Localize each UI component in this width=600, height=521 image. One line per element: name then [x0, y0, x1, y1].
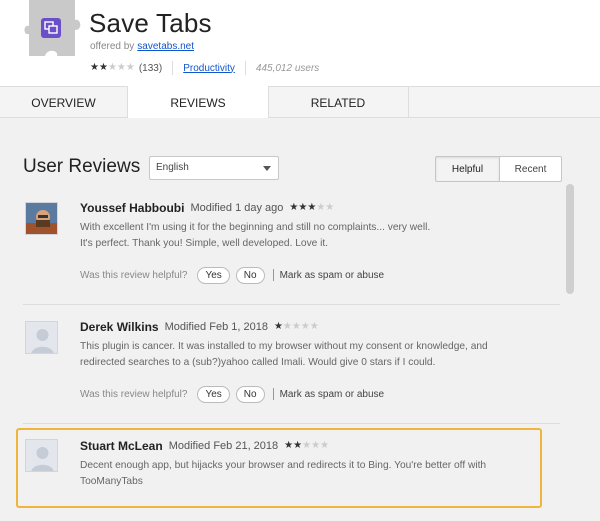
helpful-yes-button[interactable]: Yes	[197, 266, 230, 284]
review-stars: ★ ★ ★ ★ ★	[289, 203, 334, 213]
star-empty-icon: ★	[325, 202, 335, 213]
user-count: 445,012 users	[255, 62, 320, 74]
star-filled-icon: ★	[284, 440, 294, 451]
tab-related[interactable]: RELATED	[268, 86, 409, 119]
star-empty-icon: ★	[320, 440, 329, 451]
divider	[172, 61, 174, 75]
review-actions: Was this review helpful? Yes No Mark as …	[80, 385, 384, 403]
divider	[272, 388, 274, 400]
extension-header: Save Tabs offered by savetabs.net ★ ★ ★ ★ ★ (…	[0, 0, 600, 86]
review-item: Derek Wilkins Modified Feb 1, 2018 ★ ★ ★ ★ ★…	[23, 317, 560, 437]
rating-count[interactable]: (133)	[139, 63, 162, 74]
star-filled-icon: ★	[298, 202, 308, 213]
review-text-line: TooManyTabs	[80, 476, 143, 487]
review-actions: Was this review helpful? Yes No Mark as …	[80, 266, 384, 284]
divider	[244, 61, 246, 75]
star-empty-icon: ★	[282, 321, 292, 332]
helpful-question: Was this review helpful?	[80, 269, 188, 281]
avatar[interactable]	[25, 321, 58, 354]
reviewer-name[interactable]: Youssef Habboubi	[80, 201, 184, 215]
star-filled-icon: ★	[289, 202, 299, 213]
review-text-line: It's perfect. Thank you! Simple, well de…	[80, 238, 329, 249]
puzzle-piece-icon	[24, 0, 81, 56]
extension-title: Save Tabs	[89, 8, 212, 38]
star-empty-icon: ★	[300, 321, 310, 332]
star-empty-icon: ★	[309, 321, 319, 332]
review-date: Modified Feb 1, 2018	[164, 321, 268, 333]
divider	[272, 269, 274, 281]
star-filled-icon: ★	[90, 62, 99, 73]
helpful-no-button[interactable]: No	[235, 266, 265, 284]
review-date: Modified Feb 21, 2018	[168, 440, 279, 452]
default-avatar-icon	[26, 322, 57, 353]
star-filled-icon: ★	[293, 440, 303, 451]
review-text-line: This plugin is cancer. It was installed …	[80, 341, 488, 352]
star-empty-icon: ★	[316, 202, 326, 213]
offered-by-label: offered by	[90, 41, 135, 52]
category-link[interactable]: Productivity	[183, 63, 235, 74]
review-item: Stuart McLean Modified Feb 21, 2018 ★ ★ ★ ★…	[23, 437, 560, 507]
review-stars: ★ ★ ★ ★ ★	[284, 441, 329, 451]
rating-stars: ★ ★ ★ ★ ★	[90, 63, 135, 73]
review-text-line: With excellent I'm using it for the begi…	[80, 222, 431, 233]
review-text: This plugin is cancer. It was installed …	[80, 339, 540, 371]
publisher-link[interactable]: savetabs.net	[137, 41, 194, 52]
language-select[interactable]: English	[149, 156, 279, 180]
avatar[interactable]	[25, 439, 58, 472]
star-empty-icon: ★	[302, 440, 312, 451]
review-divider	[23, 423, 560, 424]
helpful-no-button[interactable]: No	[235, 385, 265, 403]
review-text: Decent enough app, but hijacks your brow…	[80, 458, 550, 490]
review-divider	[23, 304, 560, 305]
sort-helpful-button[interactable]: Helpful	[436, 157, 500, 181]
language-value: English	[156, 162, 189, 173]
offered-by: offered by savetabs.net	[90, 41, 194, 52]
mark-spam-link[interactable]: Mark as spam or abuse	[280, 270, 385, 281]
star-empty-icon: ★	[311, 440, 321, 451]
review-text-line: redirected searches to a (sub?)yahoo cal…	[80, 357, 436, 368]
reviewer-name[interactable]: Stuart McLean	[80, 439, 163, 453]
review-header: Stuart McLean Modified Feb 21, 2018 ★ ★ ★ ★…	[80, 439, 329, 453]
helpful-yes-button[interactable]: Yes	[197, 385, 230, 403]
detail-tabs: OVERVIEW REVIEWS RELATED	[0, 86, 600, 120]
default-avatar-icon	[26, 440, 57, 471]
star-empty-icon: ★	[291, 321, 301, 332]
avatar[interactable]	[25, 202, 58, 235]
review-stars: ★ ★ ★ ★ ★	[274, 322, 319, 332]
star-filled-icon: ★	[273, 321, 283, 332]
tab-reviews[interactable]: REVIEWS	[127, 86, 269, 120]
star-empty-icon: ★	[116, 62, 126, 73]
star-filled-icon: ★	[98, 62, 108, 73]
user-photo-icon	[26, 203, 57, 234]
scrollbar-thumb[interactable]	[566, 184, 574, 294]
review-text: With excellent I'm using it for the begi…	[80, 220, 540, 252]
star-empty-icon: ★	[125, 62, 135, 73]
section-title: User Reviews	[23, 156, 141, 177]
reviews-panel: User Reviews English Helpful Recent Yous…	[0, 118, 600, 521]
helpful-question: Was this review helpful?	[80, 388, 188, 400]
star-filled-icon: ★	[307, 202, 317, 213]
review-item: Youssef Habboubi Modified 1 day ago ★ ★ ★ ★…	[23, 198, 560, 318]
scrollbar[interactable]	[566, 184, 574, 521]
review-header: Youssef Habboubi Modified 1 day ago ★ ★ ★ ★…	[80, 201, 334, 215]
mark-spam-link[interactable]: Mark as spam or abuse	[280, 389, 385, 400]
sort-recent-button[interactable]: Recent	[500, 157, 561, 181]
review-header: Derek Wilkins Modified Feb 1, 2018 ★ ★ ★ ★ ★	[80, 320, 319, 334]
tab-overview[interactable]: OVERVIEW	[0, 86, 128, 119]
review-text-line: Decent enough app, but hijacks your brow…	[80, 460, 487, 471]
chevron-down-icon	[263, 166, 271, 171]
star-empty-icon: ★	[107, 62, 117, 73]
reviewer-name[interactable]: Derek Wilkins	[80, 320, 159, 334]
extension-meta: ★ ★ ★ ★ ★ (133) Productivity 445,012 users	[90, 61, 319, 75]
sort-toggle: Helpful Recent	[435, 156, 562, 182]
review-date: Modified 1 day ago	[190, 202, 284, 214]
